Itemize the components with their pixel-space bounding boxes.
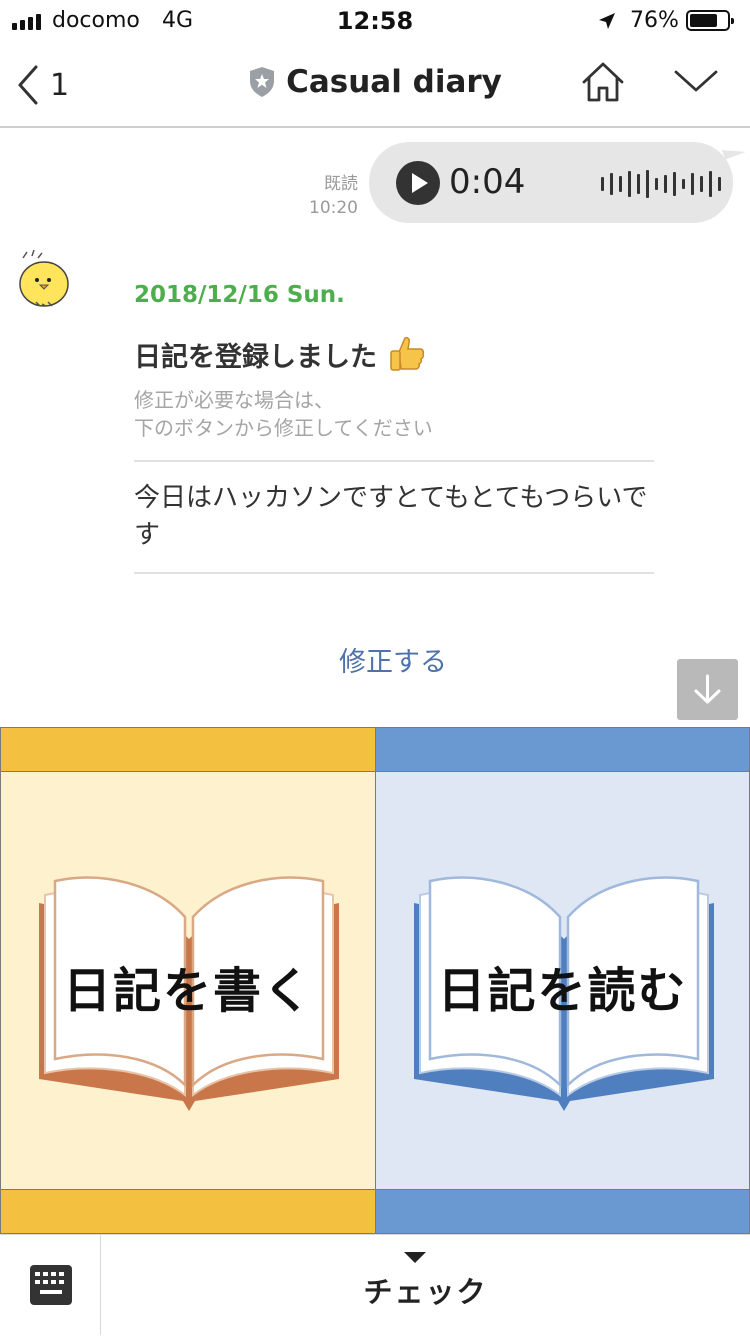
battery-fill bbox=[690, 14, 717, 27]
diary-note-line2: 下のボタンから修正してください bbox=[134, 416, 433, 440]
location-arrow-icon bbox=[599, 13, 615, 29]
diary-entry-text: 今日はハッカソンですとてもとてもつらいです bbox=[134, 483, 648, 550]
write-diary-button[interactable]: 日記を書く bbox=[0, 727, 376, 1234]
chat-title-group: Casual diary bbox=[0, 64, 750, 100]
divider bbox=[134, 572, 654, 574]
diary-heading: 日記を登録しました bbox=[134, 341, 377, 373]
bottom-bar: チェック bbox=[0, 1234, 750, 1335]
read-time: 10:20 bbox=[309, 198, 358, 218]
battery-percentage: 76% bbox=[630, 8, 679, 33]
shield-star-icon bbox=[250, 67, 275, 97]
expand-menu-button[interactable] bbox=[674, 68, 718, 98]
chick-avatar-icon bbox=[19, 250, 69, 307]
stripe bbox=[376, 1189, 749, 1233]
read-receipt: 既読 10:20 bbox=[290, 172, 358, 220]
read-diary-button[interactable]: 日記を読む bbox=[375, 727, 750, 1234]
battery-icon bbox=[686, 10, 734, 31]
home-icon bbox=[582, 62, 624, 102]
chevron-down-icon bbox=[674, 70, 718, 92]
status-bar: docomo 4G 12:58 76% bbox=[0, 0, 750, 42]
chat-title: Casual diary bbox=[286, 64, 502, 100]
chat-header: 1 Casual diary bbox=[0, 42, 750, 128]
rich-menu-label: チェック bbox=[363, 1275, 488, 1309]
rich-menu: 日記を書く 日記を読む bbox=[0, 727, 750, 1234]
scroll-to-bottom-button[interactable] bbox=[677, 659, 738, 720]
diary-edit-note: 修正が必要な場合は、 下のボタンから修正してください bbox=[134, 386, 654, 442]
voice-duration: 0:04 bbox=[449, 162, 526, 202]
diary-card: 2018/12/16 Sun. 日記を登録しました 修正が必要な場合は、 下のボ… bbox=[134, 282, 654, 574]
arrow-down-icon bbox=[694, 674, 721, 704]
voice-message-bubble[interactable]: 0:04 bbox=[369, 142, 733, 223]
waveform-icon bbox=[601, 169, 721, 199]
diary-date: 2018/12/16 Sun. bbox=[134, 282, 345, 308]
caret-down-icon bbox=[404, 1252, 426, 1263]
write-diary-label: 日記を書く bbox=[62, 963, 313, 1019]
thumbs-up-icon bbox=[390, 337, 425, 371]
stripe bbox=[1, 1189, 375, 1233]
edit-diary-link[interactable]: 修正する bbox=[0, 640, 750, 679]
stripe bbox=[376, 728, 749, 772]
diary-heading-row: 日記を登録しました bbox=[134, 334, 654, 374]
home-button[interactable] bbox=[580, 60, 626, 108]
read-label: 既読 bbox=[324, 174, 358, 194]
stripe bbox=[1, 728, 375, 772]
diary-note-line1: 修正が必要な場合は、 bbox=[134, 388, 334, 412]
play-icon[interactable] bbox=[396, 161, 440, 205]
read-diary-label: 日記を読む bbox=[437, 963, 688, 1019]
keyboard-button[interactable] bbox=[0, 1235, 101, 1335]
keyboard-icon bbox=[30, 1265, 72, 1305]
rich-menu-toggle[interactable]: チェック bbox=[101, 1235, 750, 1335]
